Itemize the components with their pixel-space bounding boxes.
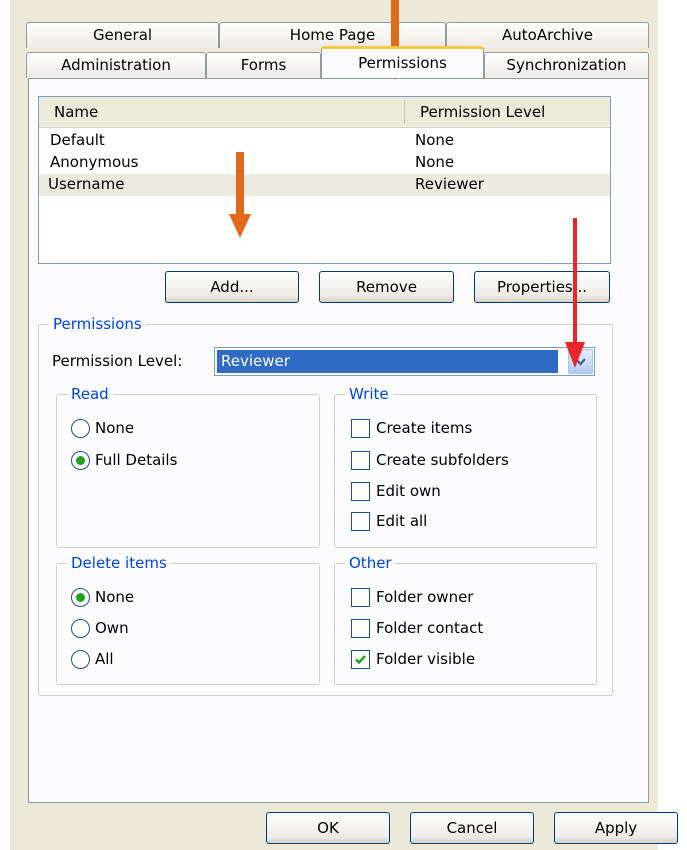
chevron-down-icon [575, 358, 586, 366]
delete-own-radio[interactable] [71, 619, 90, 638]
ok-button[interactable]: OK [266, 812, 390, 844]
permission-level-label: Permission Level: [52, 352, 183, 370]
read-group-label: Read [67, 384, 113, 404]
list-header: Name Permission Level [39, 97, 610, 128]
tab-forms[interactable]: Forms [206, 52, 321, 78]
delete-none-label[interactable]: None [95, 588, 134, 607]
delete-items-group-label: Delete items [67, 553, 171, 573]
list-item-level: None [415, 153, 455, 171]
list-item-selected[interactable]: Username Reviewer [39, 174, 610, 196]
delete-own-label[interactable]: Own [95, 619, 129, 638]
delete-none-radio[interactable] [71, 588, 90, 607]
folder-visible-checkbox[interactable] [351, 650, 370, 669]
list-item[interactable]: Anonymous None [39, 152, 610, 174]
list-item-name: Anonymous [50, 153, 139, 171]
create-items-label[interactable]: Create items [376, 419, 472, 438]
create-subfolders-checkbox[interactable] [351, 451, 370, 470]
tab-synchronization[interactable]: Synchronization [484, 52, 649, 78]
column-header-name[interactable]: Name [54, 103, 98, 121]
edit-own-label[interactable]: Edit own [376, 482, 441, 501]
other-group-label: Other [345, 553, 396, 573]
apply-button[interactable]: Apply [554, 812, 678, 844]
add-button[interactable]: Add... [165, 271, 299, 303]
tab-permissions[interactable]: Permissions [321, 46, 484, 78]
read-none-label[interactable]: None [95, 419, 134, 438]
delete-all-radio[interactable] [71, 650, 90, 669]
checkmark-icon [355, 655, 366, 665]
cancel-button[interactable]: Cancel [410, 812, 534, 844]
tab-general[interactable]: General [26, 22, 219, 48]
create-subfolders-label[interactable]: Create subfolders [376, 451, 509, 470]
read-full-details-radio[interactable] [71, 451, 90, 470]
properties-button[interactable]: Properties... [474, 271, 610, 303]
folder-owner-checkbox[interactable] [351, 588, 370, 607]
column-header-permission-level[interactable]: Permission Level [420, 103, 545, 121]
permission-level-dropdown[interactable]: Reviewer [214, 347, 595, 376]
tab-autoarchive[interactable]: AutoArchive [446, 22, 649, 48]
tab-home-page[interactable]: Home Page [219, 22, 446, 48]
list-item-level: Reviewer [415, 175, 484, 193]
dropdown-button[interactable] [568, 349, 593, 374]
edit-all-label[interactable]: Edit all [376, 512, 427, 531]
permissions-group-label: Permissions [49, 314, 146, 334]
write-group: Write [334, 384, 597, 548]
permission-level-value: Reviewer [217, 350, 558, 373]
list-item-level: None [415, 131, 455, 149]
folder-contact-label[interactable]: Folder contact [376, 619, 483, 638]
remove-button[interactable]: Remove [319, 271, 454, 303]
folder-visible-label[interactable]: Folder visible [376, 650, 475, 669]
create-items-checkbox[interactable] [351, 419, 370, 438]
read-group: Read [56, 384, 320, 548]
permissions-list[interactable]: Name Permission Level Default None Anony… [38, 96, 611, 264]
read-full-details-label[interactable]: Full Details [95, 451, 177, 470]
edit-all-checkbox[interactable] [351, 512, 370, 531]
folder-contact-checkbox[interactable] [351, 619, 370, 638]
list-item-name: Default [50, 131, 105, 149]
folder-owner-label[interactable]: Folder owner [376, 588, 473, 607]
list-item[interactable]: Default None [39, 130, 610, 152]
write-group-label: Write [345, 384, 393, 404]
read-none-radio[interactable] [71, 419, 90, 438]
edit-own-checkbox[interactable] [351, 482, 370, 501]
column-separator[interactable] [404, 100, 405, 124]
list-item-name: Username [48, 175, 125, 193]
tab-administration[interactable]: Administration [26, 52, 206, 78]
delete-all-label[interactable]: All [95, 650, 114, 669]
